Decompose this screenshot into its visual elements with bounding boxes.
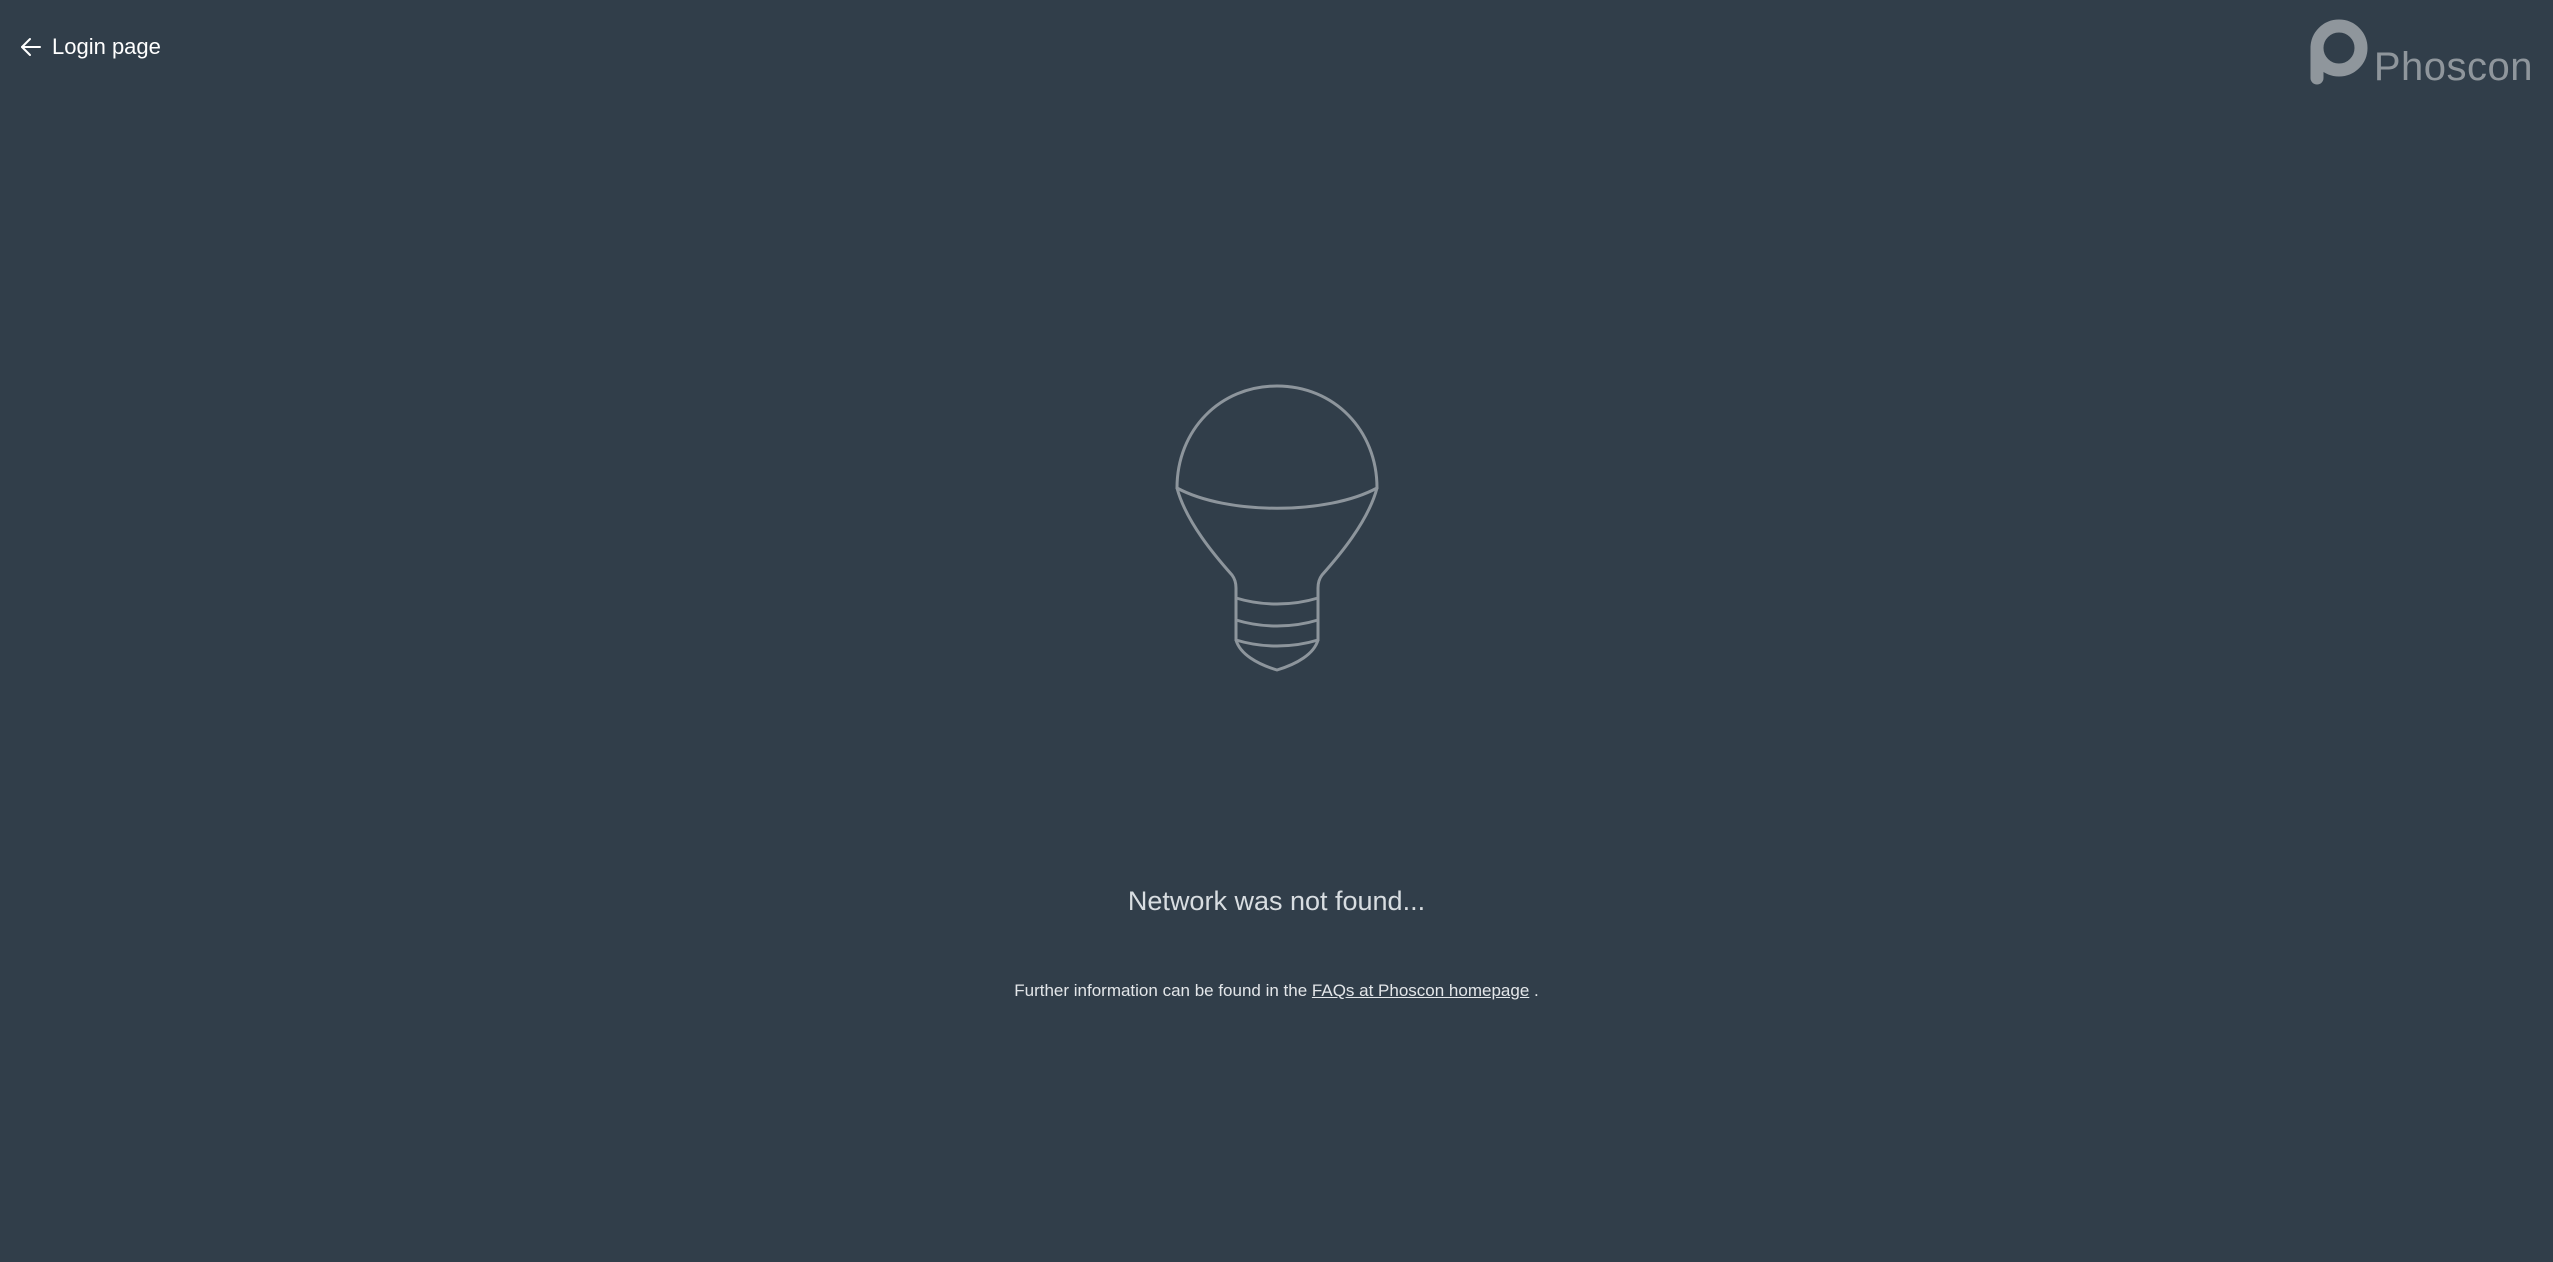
info-suffix: . bbox=[1534, 981, 1539, 1000]
phoscon-logo-icon bbox=[2304, 18, 2368, 91]
status-message: Network was not found... bbox=[1127, 886, 1426, 916]
network-not-found-page: Login page Phoscon Network was not found… bbox=[0, 0, 2553, 1262]
phoscon-logo: Phoscon bbox=[2304, 18, 2533, 91]
lightbulb-icon bbox=[1172, 382, 1382, 677]
info-prefix: Further information can be found in the bbox=[1014, 981, 1308, 1000]
faq-link[interactable]: FAQs at Phoscon homepage bbox=[1312, 981, 1529, 1000]
back-to-login-link[interactable]: Login page bbox=[20, 34, 161, 60]
back-link-label: Login page bbox=[52, 34, 161, 59]
brand-name: Phoscon bbox=[2373, 45, 2533, 89]
info-line: Further information can be found in the … bbox=[0, 981, 2553, 1001]
arrow-left-icon bbox=[20, 37, 42, 57]
